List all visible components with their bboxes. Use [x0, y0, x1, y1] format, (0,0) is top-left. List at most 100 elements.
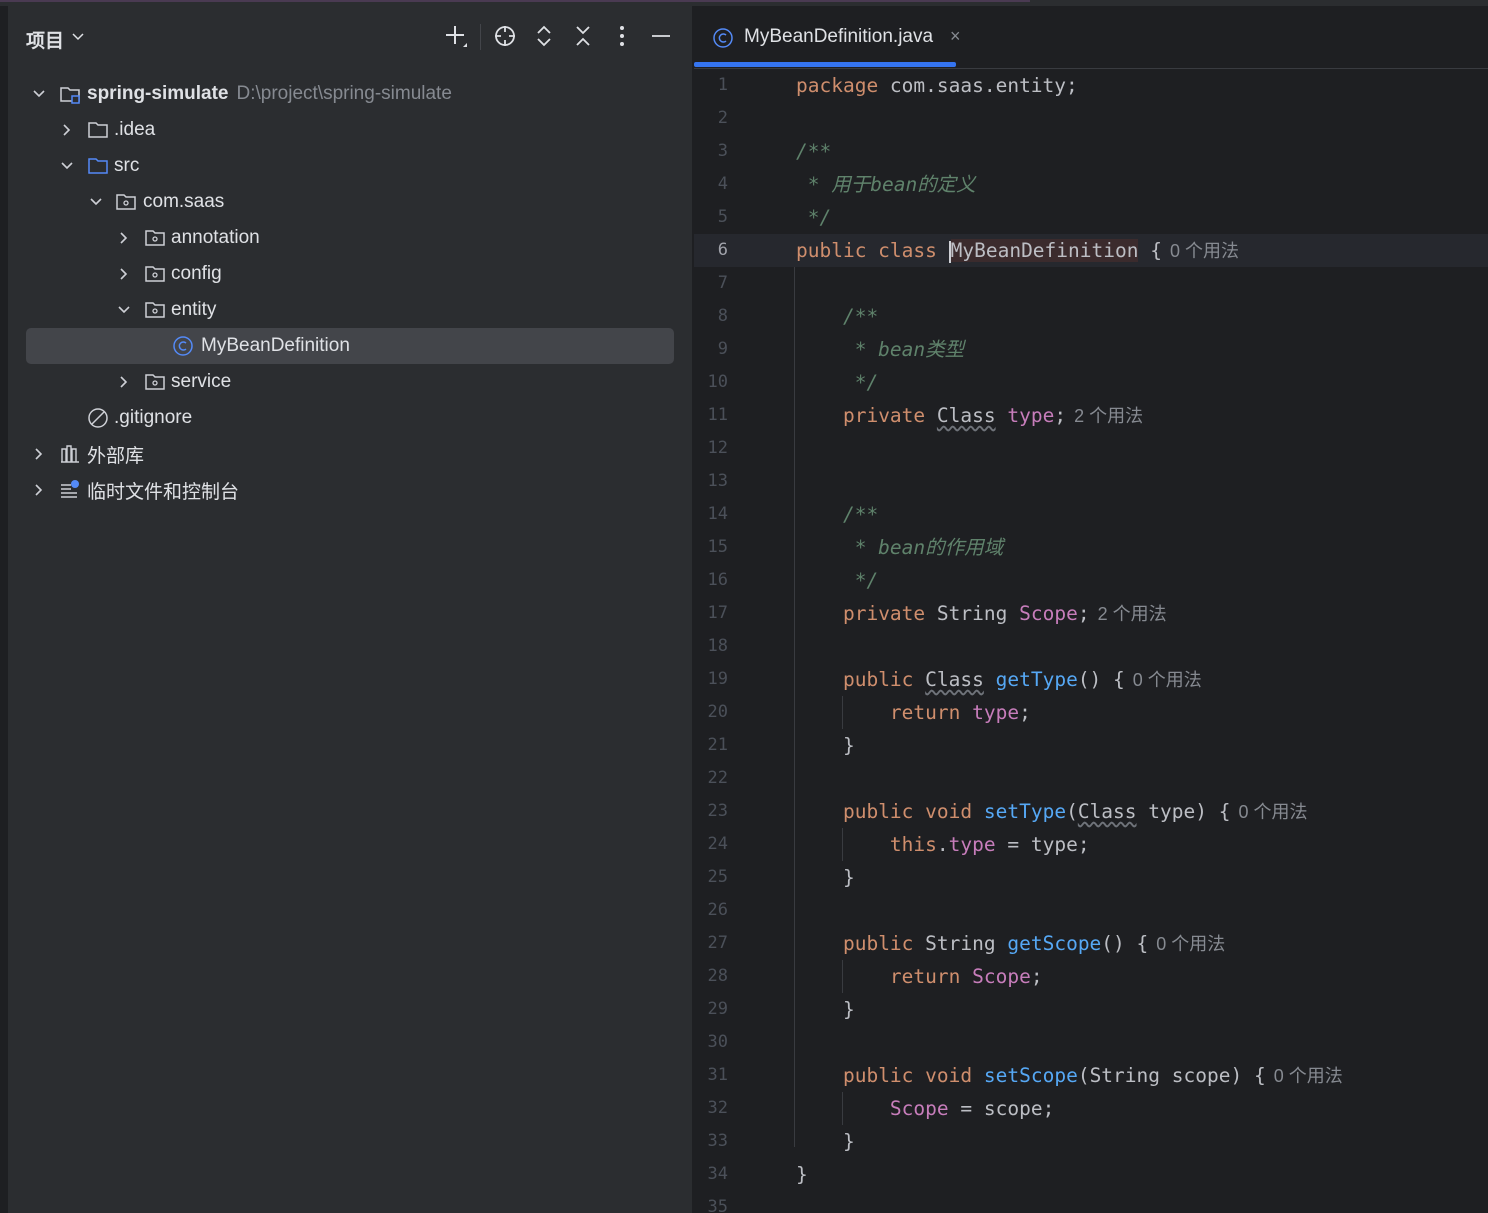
package-icon: [145, 302, 165, 318]
new-file-button[interactable]: [442, 22, 470, 50]
code-line-current[interactable]: 6 public class MyBeanDefinition {0 个用法: [694, 234, 1488, 267]
module-folder-icon: [60, 87, 80, 104]
usage-hint[interactable]: 2 个用法: [1074, 406, 1143, 426]
code-line[interactable]: 7: [694, 267, 1488, 300]
chevron-down-icon[interactable]: [117, 303, 131, 317]
code-line[interactable]: 10 */: [694, 366, 1488, 399]
line-number: 17: [707, 603, 728, 623]
tab-mybeandefinition-java[interactable]: MyBeanDefinition.java: [694, 6, 956, 68]
code-line[interactable]: 30: [694, 1026, 1488, 1059]
code-line[interactable]: 20 return type;: [694, 696, 1488, 729]
code-line[interactable]: 25 }: [694, 861, 1488, 894]
code-line[interactable]: 12: [694, 432, 1488, 465]
code-line[interactable]: 32 Scope = scope;: [694, 1092, 1488, 1125]
code-line[interactable]: 15 * bean的作用域: [694, 531, 1488, 564]
code-line[interactable]: 18: [694, 630, 1488, 663]
chevron-right-icon[interactable]: [117, 375, 131, 389]
tree-item-com-saas[interactable]: com.saas: [26, 184, 674, 220]
code-line[interactable]: 27 public String getScope() {0 个用法: [694, 927, 1488, 960]
chevron-right-icon[interactable]: [117, 267, 131, 281]
class-icon: [173, 336, 193, 356]
tree-label: src: [114, 155, 140, 176]
tree-item-gitignore[interactable]: .gitignore: [26, 400, 674, 436]
code-line[interactable]: 9 * bean类型: [694, 333, 1488, 366]
usage-hint[interactable]: 0 个用法: [1156, 934, 1225, 954]
line-number: 3: [717, 141, 728, 161]
line-number: 20: [707, 702, 728, 722]
tree-item-idea[interactable]: .idea: [26, 112, 674, 148]
line-number: 24: [707, 834, 728, 854]
collapse-icon: [576, 26, 590, 46]
package-icon: [145, 266, 165, 282]
code-line[interactable]: 23 public void setType(Class type) {0 个用…: [694, 795, 1488, 828]
project-panel-title[interactable]: 项目: [26, 26, 64, 53]
line-number: 35: [707, 1197, 728, 1213]
code-area[interactable]: 1 package com.saas.entity; 2 3/** 4 * 用于b…: [694, 69, 1488, 1213]
editor-tab-bar: MyBeanDefinition.java ×: [694, 6, 1488, 69]
locate-file-button[interactable]: [491, 22, 519, 50]
code-line[interactable]: 19 public Class getType() {0 个用法: [694, 663, 1488, 696]
code-line[interactable]: 2: [694, 102, 1488, 135]
code-line[interactable]: 5 */: [694, 201, 1488, 234]
chevron-down-icon[interactable]: [89, 195, 103, 209]
code-line[interactable]: 11 private Class type; 2 个用法: [694, 399, 1488, 432]
code-line[interactable]: 21 }: [694, 729, 1488, 762]
line-number: 2: [717, 108, 728, 128]
code-line[interactable]: 14 /**: [694, 498, 1488, 531]
line-number: 4: [717, 174, 728, 194]
chevron-right-icon[interactable]: [117, 231, 131, 245]
code-line[interactable]: 31 public void setScope(String scope) {0…: [694, 1059, 1488, 1092]
chevron-down-icon[interactable]: [32, 87, 46, 101]
chevron-down-icon[interactable]: [72, 30, 84, 42]
usage-hint[interactable]: 0 个用法: [1170, 241, 1239, 261]
code-line[interactable]: 17 private String Scope; 2 个用法: [694, 597, 1488, 630]
code-line[interactable]: 13: [694, 465, 1488, 498]
tree-item-config[interactable]: config: [26, 256, 674, 292]
options-button[interactable]: [608, 22, 636, 50]
tree-item-service[interactable]: service: [26, 364, 674, 400]
chevron-right-icon[interactable]: [60, 123, 74, 137]
tree-item-spring-simulate[interactable]: spring-simulate D:\project\spring-simulat…: [26, 76, 674, 112]
chevron-down-icon[interactable]: [60, 159, 74, 173]
chevron-right-icon[interactable]: [32, 483, 46, 497]
usage-hint[interactable]: 0 个用法: [1274, 1066, 1343, 1086]
code-line[interactable]: 3/**: [694, 135, 1488, 168]
code-line[interactable]: 29 }: [694, 993, 1488, 1026]
code-line[interactable]: 35: [694, 1191, 1488, 1213]
code-line[interactable]: 26: [694, 894, 1488, 927]
code-line[interactable]: 22: [694, 762, 1488, 795]
tree-item-annotation[interactable]: annotation: [26, 220, 674, 256]
editor: MyBeanDefinition.java × 1 package com.saa…: [694, 6, 1488, 1213]
usage-hint[interactable]: 0 个用法: [1238, 802, 1307, 822]
line-number: 31: [707, 1065, 728, 1085]
line-number: 19: [707, 669, 728, 689]
line-number: 5: [717, 207, 728, 227]
usage-hint[interactable]: 2 个用法: [1098, 604, 1167, 624]
code-line[interactable]: 34}: [694, 1158, 1488, 1191]
expand-all-button[interactable]: [530, 22, 558, 50]
code-line[interactable]: 1 package com.saas.entity;: [694, 69, 1488, 102]
code-line[interactable]: 4 * 用于bean的定义: [694, 168, 1488, 201]
tree-item-src[interactable]: src: [26, 148, 674, 184]
code-line[interactable]: 24 this.type = type;: [694, 828, 1488, 861]
toolbar-separator: [480, 24, 481, 50]
plus-icon: [446, 26, 467, 47]
tree-item-mybeandefinition[interactable]: MyBeanDefinition: [26, 328, 674, 364]
close-tab-button[interactable]: ×: [950, 26, 961, 47]
code-line[interactable]: 8 /**: [694, 300, 1488, 333]
usage-hint[interactable]: 0 个用法: [1133, 670, 1202, 690]
code-line[interactable]: 33 }: [694, 1125, 1488, 1158]
chevron-right-icon[interactable]: [32, 447, 46, 461]
tree-label: 外部库: [87, 445, 145, 467]
tree-item-external-libraries[interactable]: 外部库: [26, 436, 674, 472]
tree-item-entity[interactable]: entity: [26, 292, 674, 328]
tree-item-scratches-and-consoles[interactable]: 临时文件和控制台: [26, 472, 674, 508]
code-line[interactable]: 16 */: [694, 564, 1488, 597]
code-line[interactable]: 28 return Scope;: [694, 960, 1488, 993]
minimize-panel-button[interactable]: [647, 22, 675, 50]
line-number: 14: [707, 504, 728, 524]
line-number: 34: [707, 1164, 728, 1184]
line-number: 32: [707, 1098, 728, 1118]
line-number: 16: [707, 570, 728, 590]
collapse-all-button[interactable]: [569, 22, 597, 50]
